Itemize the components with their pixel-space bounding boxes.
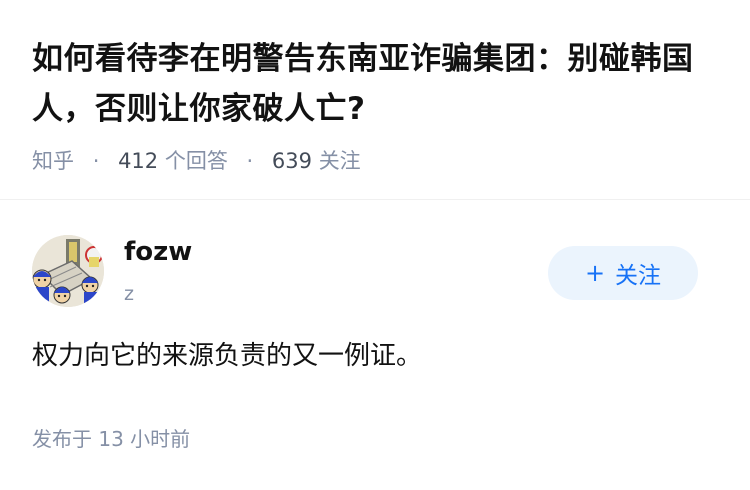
question-header: 如何看待李在明警告东南亚诈骗集团：别碰韩国人，否则让你家破人亡? 知乎 · 41… [0,0,750,200]
answers-count-link[interactable]: 412 个回答 [118,149,234,173]
answer-time: 发布于 13 小时前 [32,423,190,452]
time-prefix: 发布于 [32,427,92,451]
time-unit: 小时前 [130,427,191,451]
author-bio: z [124,283,134,305]
avatar-illustration [32,235,104,307]
follow-button-label: 关注 [615,263,662,289]
followers-count: 639 [271,149,312,173]
question-title[interactable]: 如何看待李在明警告东南亚诈骗集团：别碰韩国人，否则让你家破人亡? [32,34,722,134]
answers-count: 412 [118,149,159,173]
follow-button[interactable]: + 关注 [548,246,698,300]
followers-count-link[interactable]: 639 关注 [272,149,361,173]
meta-separator: · [92,149,100,173]
question-meta: 知乎 · 412 个回答 · 639 关注 [32,145,361,175]
answer-content: 权力向它的来源负责的又一例证。 [32,341,423,371]
cartoon-avatar-icon[interactable] [32,235,104,307]
source-link[interactable]: 知乎 [32,149,74,173]
author-card: fozw z + 关注 [32,235,722,315]
answers-label: 个回答 [164,149,228,173]
plus-icon: + [584,259,606,287]
time-value: 13 [98,427,124,451]
meta-separator: · [246,149,254,173]
followers-label: 关注 [318,149,361,173]
author-name[interactable]: fozw [124,237,192,267]
